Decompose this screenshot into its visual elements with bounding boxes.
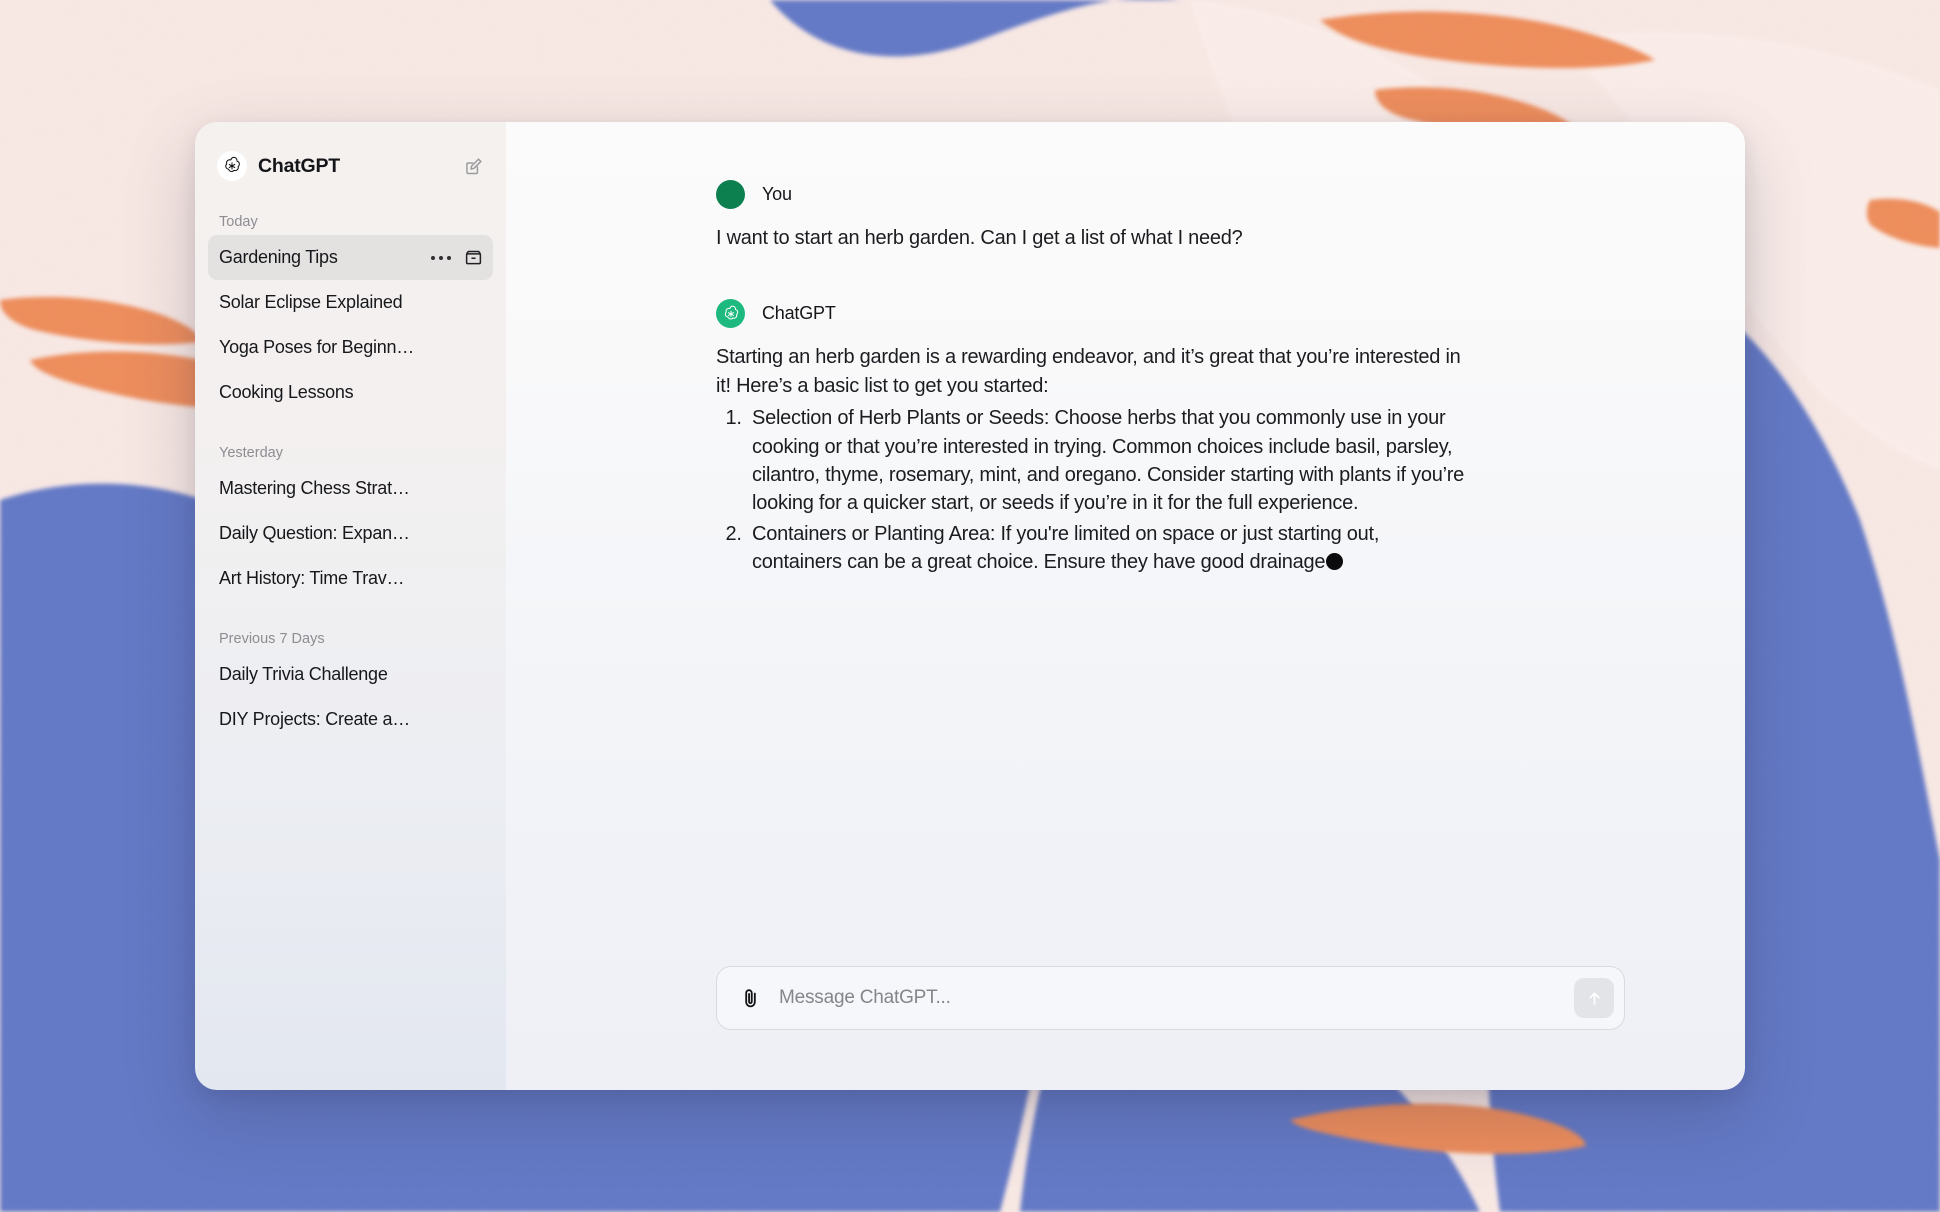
message-header: You xyxy=(716,180,1625,209)
arrow-up-icon xyxy=(1588,992,1600,1005)
sidebar-group-label: Previous 7 Days xyxy=(219,631,325,647)
composer xyxy=(506,966,1745,1090)
message-chatgpt: ChatGPT Starting an herb garden is a rewa… xyxy=(506,299,1745,576)
sidebar-chat-list: Daily Trivia Challenge DIY Projects: Crea… xyxy=(195,652,506,742)
sidebar-chat-list: Gardening Tips Solar Eclipse Explained Yog… xyxy=(195,235,506,415)
sidebar-item-cooking-lessons[interactable]: Cooking Lessons xyxy=(208,370,493,415)
list-item: Containers or Planting Area: If you're l… xyxy=(747,520,1471,577)
sidebar-item-actions xyxy=(431,248,483,267)
archive-box-icon[interactable] xyxy=(464,248,483,267)
sidebar-chat-groups: Today Gardening Tips Solar Eclipse Explain… xyxy=(195,214,506,742)
user-avatar xyxy=(716,180,745,209)
sidebar-item-gardening-tips[interactable]: Gardening Tips xyxy=(208,235,493,280)
message-you: You I want to start an herb garden. Can I… xyxy=(506,180,1745,252)
ellipsis-icon[interactable] xyxy=(431,255,451,260)
sidebar-item-label: Solar Eclipse Explained xyxy=(219,292,403,312)
message-input-container[interactable] xyxy=(716,966,1625,1030)
message-text: I want to start an herb garden. Can I ge… xyxy=(716,227,1243,249)
sidebar-item-yoga-poses-for-beginn[interactable]: Yoga Poses for Beginn… xyxy=(208,325,493,370)
sidebar-item-label: Daily Question: Expan… xyxy=(219,523,410,543)
message-body: I want to start an herb garden. Can I ge… xyxy=(716,224,1471,252)
sidebar-item-daily-trivia-challenge[interactable]: Daily Trivia Challenge xyxy=(208,652,493,697)
sidebar-chat-list: Mastering Chess Strat… Daily Question: Ex… xyxy=(195,466,506,601)
send-button[interactable] xyxy=(1574,978,1614,1018)
message-author: You xyxy=(762,184,792,204)
sidebar-item-label: Mastering Chess Strat… xyxy=(219,478,410,498)
chatgpt-logo-icon xyxy=(217,151,247,181)
chatgpt-app-window: ChatGPT Today Gardening Tips Solar Eclipse… xyxy=(195,122,1745,1090)
sidebar-item-solar-eclipse-explained[interactable]: Solar Eclipse Explained xyxy=(208,280,493,325)
message-author: ChatGPT xyxy=(762,303,836,324)
sidebar-item-label: DIY Projects: Create a… xyxy=(219,709,410,729)
message-body: Starting an herb garden is a rewarding e… xyxy=(716,343,1471,576)
sidebar-item-diy-projects-create-a[interactable]: DIY Projects: Create a… xyxy=(208,697,493,742)
message-text: Starting an herb garden is a rewarding e… xyxy=(716,346,1461,397)
sidebar-item-daily-question-expan[interactable]: Daily Question: Expan… xyxy=(208,511,493,556)
message-ordered-list: Selection of Herb Plants or Seeds: Choos… xyxy=(716,404,1471,576)
sidebar-item-mastering-chess-strat[interactable]: Mastering Chess Strat… xyxy=(208,466,493,511)
sidebar-header: ChatGPT xyxy=(195,122,506,184)
paperclip-icon[interactable] xyxy=(739,987,762,1010)
sidebar-item-label: Daily Trivia Challenge xyxy=(219,664,388,684)
app-title: ChatGPT xyxy=(258,154,341,177)
message-input[interactable] xyxy=(779,987,1574,1009)
streaming-cursor xyxy=(1326,553,1344,571)
sidebar-item-label: Art History: Time Trav… xyxy=(219,568,405,588)
list-item-text: Containers or Planting Area: If you're l… xyxy=(752,522,1380,574)
sidebar-item-label: Yoga Poses for Beginn… xyxy=(219,337,414,357)
chatgpt-logo-avatar xyxy=(716,299,745,329)
list-item: Selection of Herb Plants or Seeds: Choos… xyxy=(747,404,1471,518)
main-panel: You I want to start an herb garden. Can I… xyxy=(506,122,1745,1090)
list-item-text: Selection of Herb Plants or Seeds: Choos… xyxy=(752,407,1465,515)
message-header: ChatGPT xyxy=(716,299,1625,329)
new-chat-icon[interactable] xyxy=(462,155,484,177)
sidebar-group-label: Today xyxy=(219,214,258,230)
conversation-thread: You I want to start an herb garden. Can I… xyxy=(506,122,1745,966)
sidebar-item-label: Cooking Lessons xyxy=(219,382,354,402)
sidebar-item-label: Gardening Tips xyxy=(219,247,338,267)
sidebar: ChatGPT Today Gardening Tips Solar Eclipse… xyxy=(195,122,506,1090)
sidebar-group-label: Yesterday xyxy=(219,445,283,461)
sidebar-item-art-history-time-trav[interactable]: Art History: Time Trav… xyxy=(208,556,493,601)
